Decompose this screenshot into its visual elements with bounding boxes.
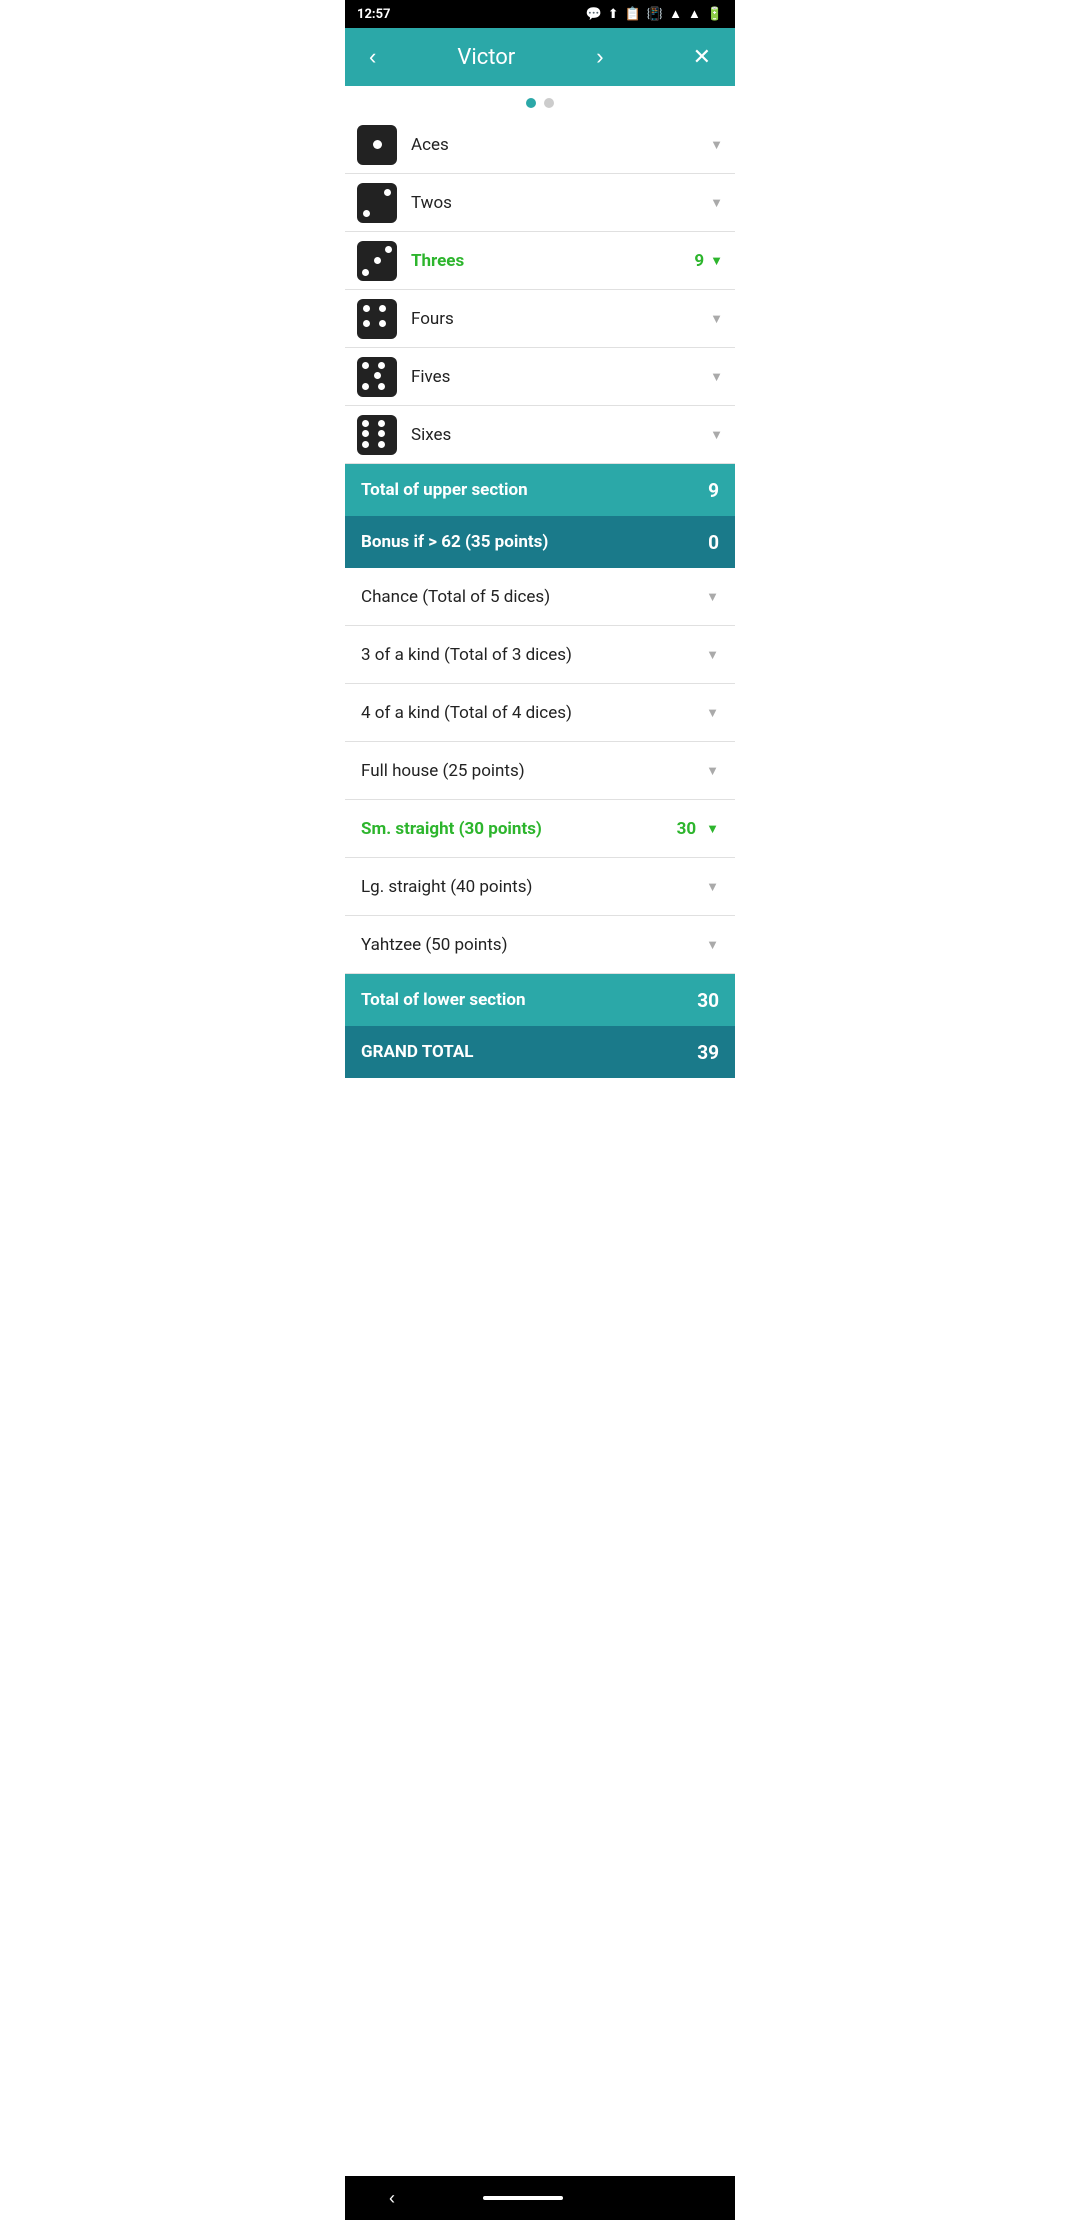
lower-total-value: 30 <box>697 989 719 1012</box>
four-kind-dropdown[interactable]: ▼ <box>706 705 719 721</box>
sm-straight-score: 30 <box>677 819 697 839</box>
sm-straight-label: Sm. straight (30 points) <box>361 819 677 839</box>
lower-total-label: Total of lower section <box>361 990 526 1010</box>
next-button[interactable]: › <box>588 40 611 74</box>
bottom-nav: ‹ <box>345 2176 735 2220</box>
status-time: 12:57 <box>357 7 391 22</box>
list-item[interactable]: Sixes ▼ <box>345 406 735 464</box>
bonus-value: 0 <box>708 531 719 554</box>
three-kind-dropdown[interactable]: ▼ <box>706 647 719 663</box>
player-name: Victor <box>457 45 515 70</box>
list-item[interactable]: Aces ▼ <box>345 116 735 174</box>
dice-3-icon <box>357 241 397 281</box>
list-item[interactable]: Fives ▼ <box>345 348 735 406</box>
list-item[interactable]: Chance (Total of 5 dices) ▼ <box>345 568 735 626</box>
fours-label: Fours <box>411 309 710 329</box>
upload-icon: ⬆ <box>608 7 619 22</box>
list-item[interactable]: 4 of a kind (Total of 4 dices) ▼ <box>345 684 735 742</box>
home-indicator[interactable] <box>483 2196 563 2200</box>
grand-total-value: 39 <box>697 1041 719 1064</box>
back-button[interactable]: ‹ <box>389 2188 395 2209</box>
yahtzee-dropdown[interactable]: ▼ <box>706 937 719 953</box>
grand-total-label: GRAND TOTAL <box>361 1042 473 1062</box>
dice-6-icon <box>357 415 397 455</box>
full-house-dropdown[interactable]: ▼ <box>706 763 719 779</box>
four-kind-label: 4 of a kind (Total of 4 dices) <box>361 703 706 723</box>
full-house-label: Full house (25 points) <box>361 761 706 781</box>
dice-5-icon <box>357 357 397 397</box>
aces-label: Aces <box>411 135 710 155</box>
list-item[interactable]: Lg. straight (40 points) ▼ <box>345 858 735 916</box>
upper-total-label: Total of upper section <box>361 480 528 500</box>
dice-1-icon <box>357 125 397 165</box>
sixes-label: Sixes <box>411 425 710 445</box>
fours-dropdown[interactable]: ▼ <box>710 311 723 327</box>
fives-label: Fives <box>411 367 710 387</box>
page-dot-1 <box>526 98 536 108</box>
list-item[interactable]: Threes 9 ▼ <box>345 232 735 290</box>
sm-straight-dropdown[interactable]: ▼ <box>706 821 719 837</box>
page-indicators <box>345 86 735 116</box>
lg-straight-label: Lg. straight (40 points) <box>361 877 706 897</box>
twos-dropdown[interactable]: ▼ <box>710 195 723 211</box>
prev-button[interactable]: ‹ <box>361 40 384 74</box>
chance-dropdown[interactable]: ▼ <box>706 589 719 605</box>
threes-score: 9 <box>694 251 704 271</box>
lower-total-row: Total of lower section 30 <box>345 974 735 1026</box>
dice-4-icon <box>357 299 397 339</box>
three-kind-label: 3 of a kind (Total of 3 dices) <box>361 645 706 665</box>
list-item[interactable]: Yahtzee (50 points) ▼ <box>345 916 735 974</box>
close-button[interactable]: ✕ <box>685 40 719 74</box>
lg-straight-dropdown[interactable]: ▼ <box>706 879 719 895</box>
upper-total-value: 9 <box>708 479 719 502</box>
battery-icon: 🔋 <box>707 7 723 22</box>
bonus-row: Bonus if > 62 (35 points) 0 <box>345 516 735 568</box>
header: ‹ Victor › ✕ <box>345 28 735 86</box>
yahtzee-label: Yahtzee (50 points) <box>361 935 706 955</box>
list-item[interactable]: Sm. straight (30 points) 30 ▼ <box>345 800 735 858</box>
threes-dropdown[interactable]: ▼ <box>710 253 723 269</box>
upper-total-row: Total of upper section 9 <box>345 464 735 516</box>
sixes-dropdown[interactable]: ▼ <box>710 427 723 443</box>
aces-dropdown[interactable]: ▼ <box>710 137 723 153</box>
wifi-icon: ▲ <box>669 6 682 22</box>
page-dot-2 <box>544 98 554 108</box>
save-icon: 📋 <box>625 7 641 22</box>
status-icons: 💬 ⬆ 📋 📳 ▲ ▲ 🔋 <box>586 6 723 22</box>
fives-dropdown[interactable]: ▼ <box>710 369 723 385</box>
twos-label: Twos <box>411 193 710 213</box>
status-bar: 12:57 💬 ⬆ 📋 📳 ▲ ▲ 🔋 <box>345 0 735 28</box>
list-item[interactable]: Fours ▼ <box>345 290 735 348</box>
bonus-label: Bonus if > 62 (35 points) <box>361 532 548 552</box>
dice-2-icon <box>357 183 397 223</box>
list-item[interactable]: 3 of a kind (Total of 3 dices) ▼ <box>345 626 735 684</box>
signal-icon: ▲ <box>688 6 701 22</box>
threes-label: Threes <box>411 251 694 271</box>
whatsapp-icon: 💬 <box>586 7 602 22</box>
list-item[interactable]: Twos ▼ <box>345 174 735 232</box>
chance-label: Chance (Total of 5 dices) <box>361 587 706 607</box>
grand-total-row: GRAND TOTAL 39 <box>345 1026 735 1078</box>
vibrate-icon: 📳 <box>647 7 663 22</box>
list-item[interactable]: Full house (25 points) ▼ <box>345 742 735 800</box>
